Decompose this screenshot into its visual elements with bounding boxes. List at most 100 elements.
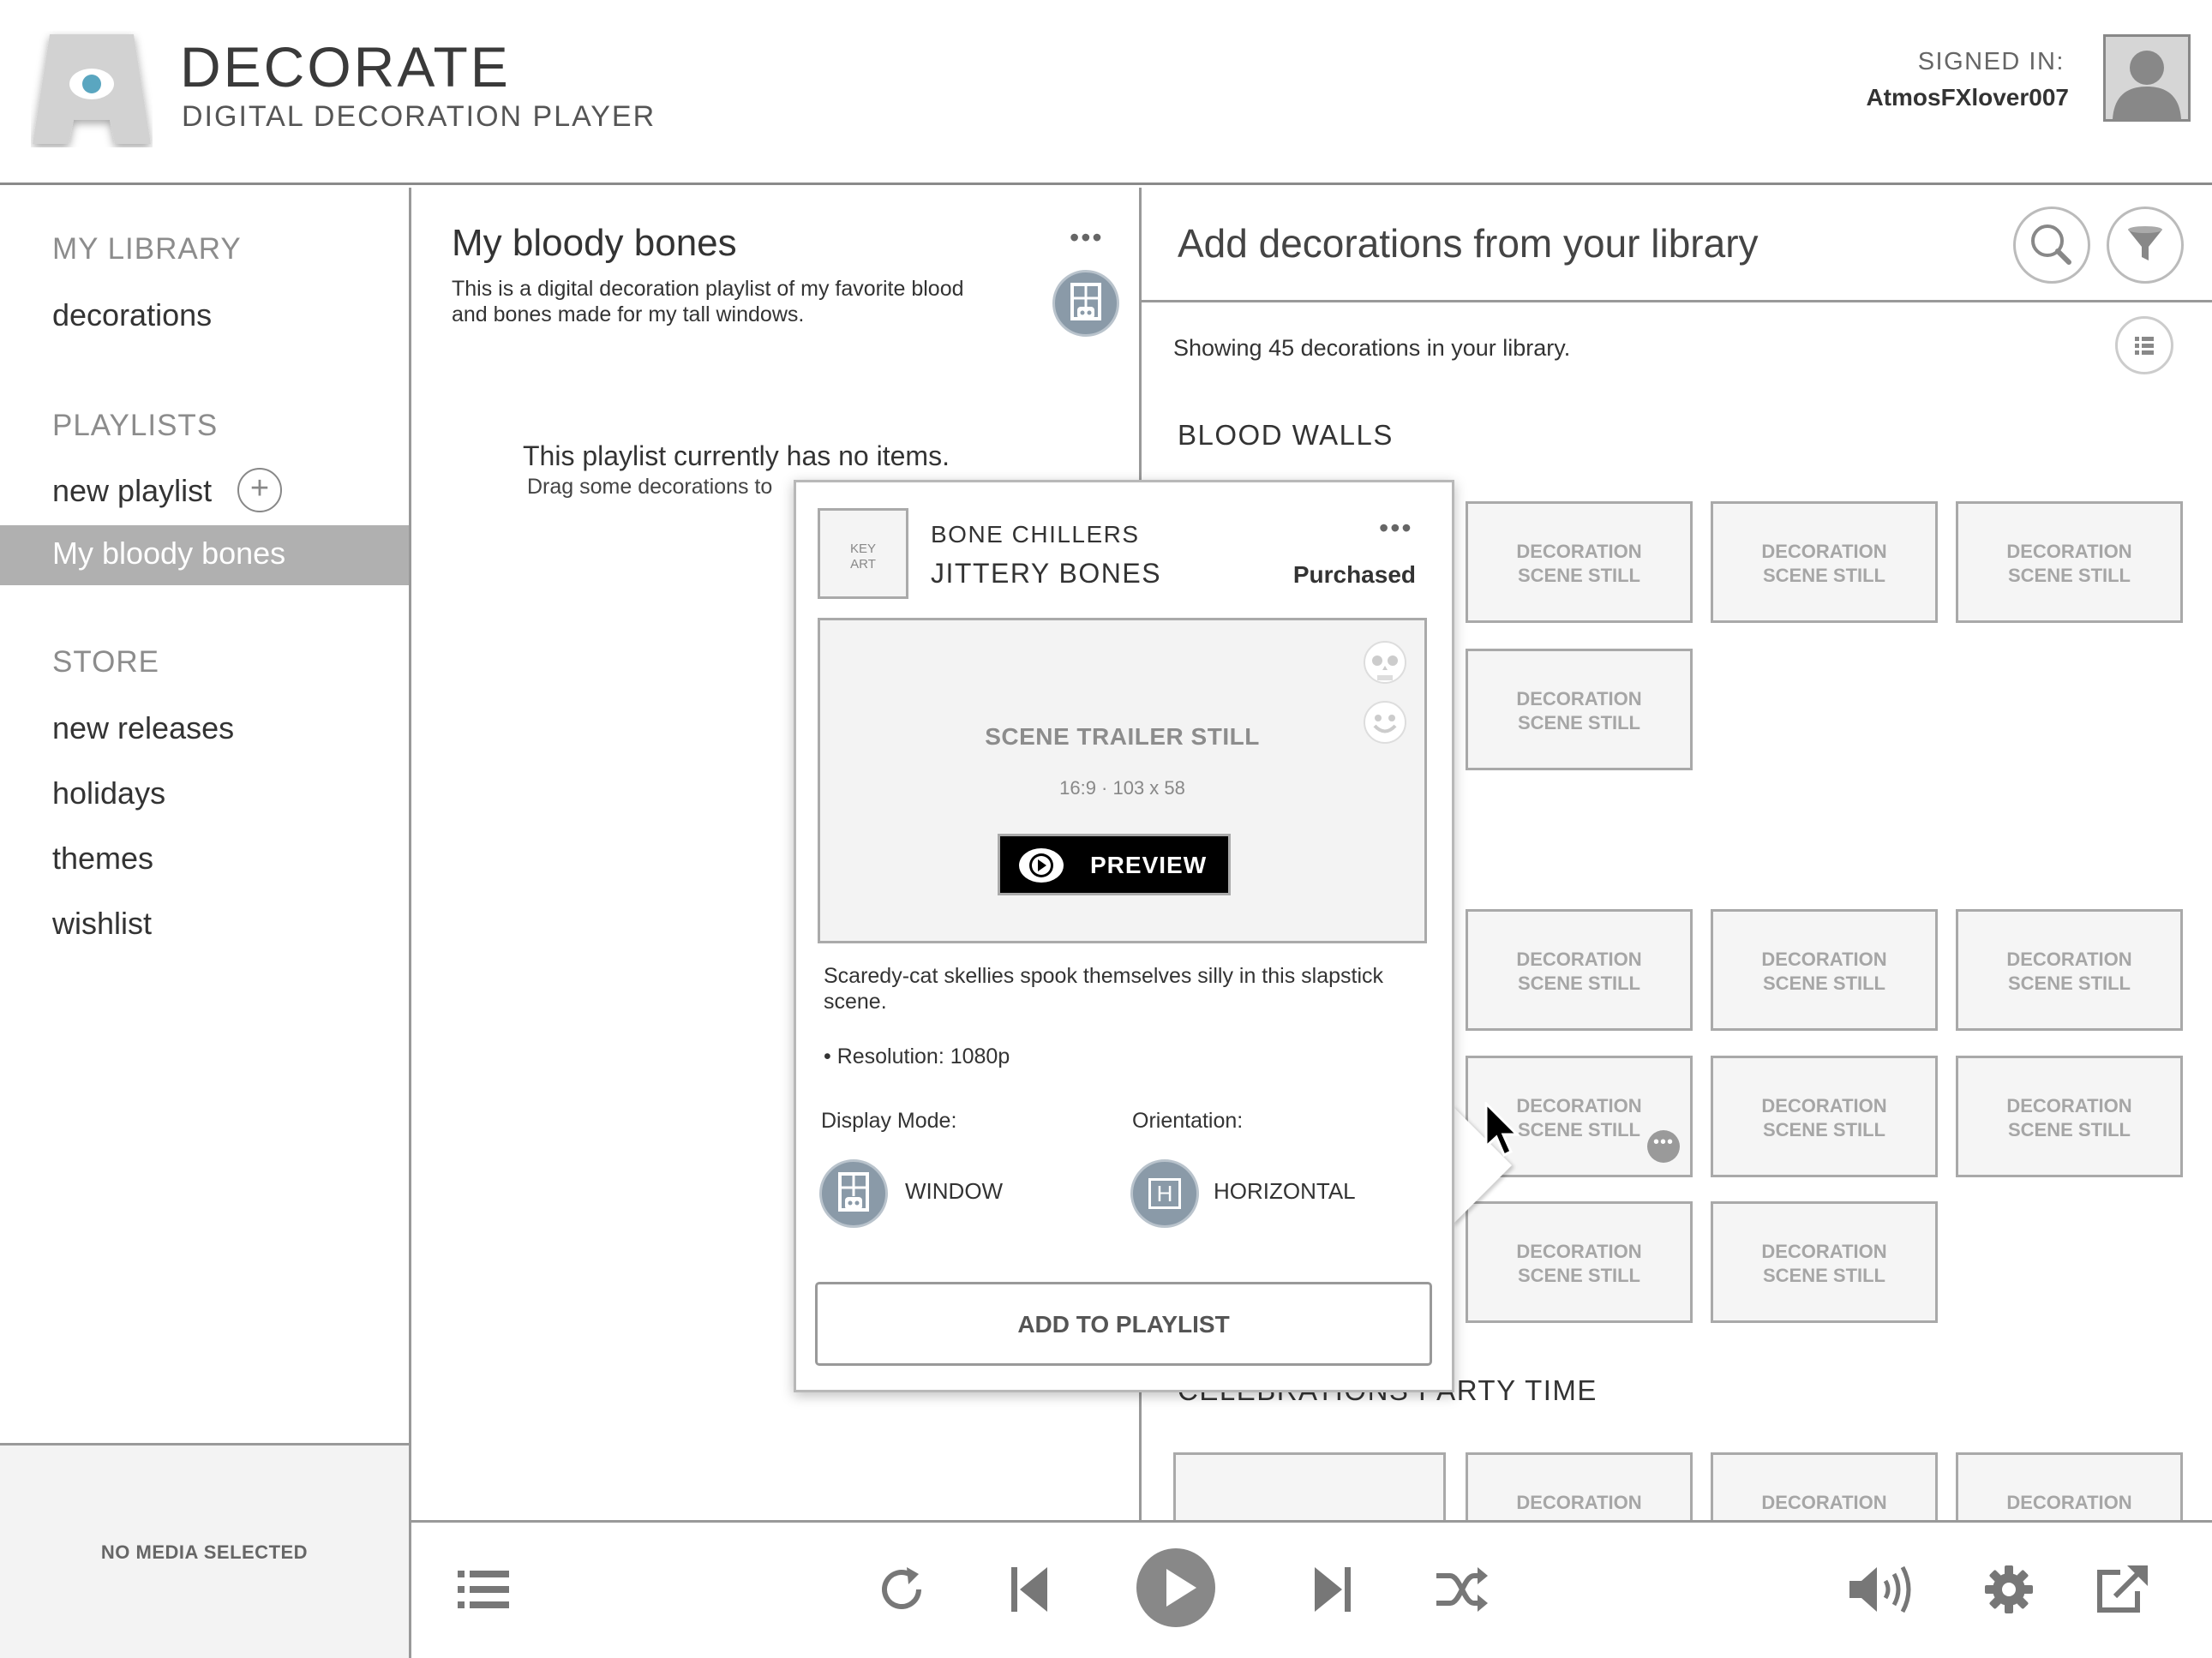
decoration-tile[interactable]: DECORATION xyxy=(1956,1452,2183,1520)
tile-more-icon[interactable]: ••• xyxy=(1647,1130,1680,1163)
decoration-tile[interactable]: DECORATION SCENE STILL xyxy=(1711,1201,1938,1323)
popover-more-icon[interactable]: ••• xyxy=(1379,512,1413,544)
sidebar-header-store: STORE xyxy=(52,645,159,679)
volume-icon[interactable] xyxy=(1846,1562,1915,1617)
next-icon[interactable] xyxy=(1311,1564,1352,1615)
decoration-description: Scaredy-cat skellies spook themselves si… xyxy=(824,964,1384,1014)
app-logo xyxy=(33,34,151,144)
key-art: KEY ART xyxy=(818,508,908,599)
tile-label: DECORATION SCENE STILL xyxy=(1516,949,1642,994)
sidebar-item-new-playlist[interactable]: new playlist xyxy=(52,473,212,509)
avatar[interactable] xyxy=(2103,34,2191,122)
tile-label: DECORATION SCENE STILL xyxy=(1761,541,1887,586)
orientation-value: HORIZONTAL xyxy=(1214,1178,1356,1204)
sidebar-item-label: My bloody bones xyxy=(52,536,286,571)
decoration-tile[interactable]: DECORATION SCENE STILL xyxy=(1956,909,2183,1031)
decoration-tile[interactable]: DECORATION SCENE STILL xyxy=(1711,501,1938,623)
filter-icon xyxy=(2128,226,2162,260)
playlist-more-icon[interactable]: ••• xyxy=(1070,222,1104,254)
scene-trailer-still: SCENE TRAILER STILL 16:9 · 103 x 58 PREV… xyxy=(818,618,1427,943)
sidebar-item-decorations[interactable]: decorations xyxy=(52,297,212,333)
empty-playlist-title: This playlist currently has no items. xyxy=(523,440,950,471)
now-playing-status: NO MEDIA SELECTED xyxy=(100,1541,309,1563)
tile-label: DECORATION xyxy=(2006,1492,2132,1513)
preview-label: PREVIEW xyxy=(1090,852,1208,878)
tile-label: DECORATION SCENE STILL xyxy=(2006,1095,2132,1140)
empty-playlist-subtitle: Drag some decorations to xyxy=(527,475,773,499)
tile-label: DECORATION SCENE STILL xyxy=(2006,541,2132,586)
user-silhouette-icon xyxy=(2113,51,2181,119)
mouse-cursor-icon xyxy=(1484,1102,1520,1158)
orientation-label: Orientation: xyxy=(1132,1109,1244,1133)
decoration-tile[interactable]: DECORATION SCENE STILL xyxy=(1711,1056,1938,1177)
add-playlist-icon[interactable]: + xyxy=(237,468,282,512)
tile-label: DECORATION SCENE STILL xyxy=(1761,1241,1887,1286)
playlist-title: My bloody bones xyxy=(452,222,737,264)
app-subtitle: DIGITAL DECORATION PLAYER xyxy=(182,100,656,133)
decoration-series: BONE CHILLERS xyxy=(931,521,1140,548)
decoration-tile[interactable]: DECORATION SCENE STILL xyxy=(1466,649,1693,770)
group-title-blood-walls: BLOOD WALLS xyxy=(1178,419,1394,451)
display-mode-label: Display Mode: xyxy=(821,1109,957,1133)
eye-play-icon xyxy=(1019,848,1064,883)
tile-label: DECORATION SCENE STILL xyxy=(1761,1095,1887,1140)
search-button[interactable] xyxy=(2013,207,2090,284)
sidebar-item-holidays[interactable]: holidays xyxy=(52,775,165,811)
decoration-title: JITTERY BONES xyxy=(931,558,1162,589)
decoration-detail-popover: KEY ART BONE CHILLERS JITTERY BONES ••• P… xyxy=(794,480,1454,1392)
sidebar-item-wishlist[interactable]: wishlist xyxy=(52,906,152,942)
shuffle-icon[interactable] xyxy=(1435,1565,1490,1613)
orientation-glyph: H xyxy=(1148,1178,1181,1209)
tile-label: DECORATION SCENE STILL xyxy=(1516,688,1642,733)
tile-label: DECORATION xyxy=(1516,1492,1642,1513)
app-title: DECORATE xyxy=(180,35,511,99)
decoration-tile[interactable]: DECORATION xyxy=(1711,1452,1938,1520)
playlist-description: This is a digital decoration playlist of… xyxy=(452,277,964,326)
trailer-meta: 16:9 · 103 x 58 xyxy=(1059,777,1185,799)
sidebar-item-my-bloody-bones[interactable]: My bloody bones xyxy=(0,525,409,585)
search-icon xyxy=(2031,224,2071,265)
decoration-tile[interactable]: DECORATION SCENE STILL xyxy=(1711,909,1938,1031)
tile-label: DECORATION SCENE STILL xyxy=(1516,1241,1642,1286)
tile-label: DECORATION xyxy=(1761,1492,1887,1513)
library-count: Showing 45 decorations in your library. xyxy=(1173,335,1571,361)
window-mode-icon[interactable] xyxy=(819,1159,888,1228)
add-to-playlist-label: ADD TO PLAYLIST xyxy=(1017,1311,1230,1338)
app-header: DECORATE DIGITAL DECORATION PLAYER SIGNE… xyxy=(0,0,2212,185)
sidebar-item-themes[interactable]: themes xyxy=(52,841,153,877)
tile-label: DECORATION SCENE STILL xyxy=(2006,949,2132,994)
filter-button[interactable] xyxy=(2107,207,2184,284)
signed-in-label: SIGNED IN: xyxy=(1917,48,2065,75)
add-to-playlist-button[interactable]: ADD TO PLAYLIST xyxy=(815,1282,1432,1366)
now-playing-panel: NO MEDIA SELECTED xyxy=(0,1443,411,1658)
play-icon[interactable] xyxy=(1135,1547,1217,1629)
repeat-icon[interactable] xyxy=(874,1562,929,1617)
previous-icon[interactable] xyxy=(1010,1564,1051,1615)
list-icon[interactable] xyxy=(456,1567,511,1612)
external-link-icon[interactable] xyxy=(2095,1564,2149,1615)
player-bar xyxy=(411,1520,2212,1658)
horizontal-orientation-icon[interactable]: H xyxy=(1130,1159,1199,1228)
decoration-tile[interactable]: DECORATION SCENE STILL xyxy=(1956,501,2183,623)
skull-icon[interactable] xyxy=(1360,639,1410,689)
decoration-tile[interactable]: DECORATION SCENE STILL xyxy=(1466,909,1693,1031)
sidebar-header-playlists: PLAYLISTS xyxy=(52,409,219,442)
tile-label: DECORATION SCENE STILL xyxy=(1516,541,1642,586)
library-header: Add decorations from your library xyxy=(1142,188,2212,302)
purchase-status: Purchased xyxy=(1292,561,1416,588)
sidebar: MY LIBRARY decorations PLAYLISTS new pla… xyxy=(0,188,411,1443)
grid-view-button[interactable] xyxy=(2115,316,2173,374)
settings-icon[interactable] xyxy=(1983,1564,2035,1615)
decoration-tile[interactable] xyxy=(1173,1452,1446,1520)
decoration-tile[interactable]: DECORATION SCENE STILL xyxy=(1956,1056,2183,1177)
display-mode-value: WINDOW xyxy=(905,1178,1004,1204)
sidebar-item-new-releases[interactable]: new releases xyxy=(52,710,234,746)
library-title: Add decorations from your library xyxy=(1178,221,1759,266)
preview-button[interactable]: PREVIEW xyxy=(998,834,1231,895)
tile-label: DECORATION SCENE STILL xyxy=(1761,949,1887,994)
decoration-tile[interactable]: DECORATION xyxy=(1466,1452,1693,1520)
username[interactable]: AtmosFXlover007 xyxy=(1866,84,2069,111)
grid-view-icon xyxy=(2135,337,2154,355)
decoration-tile[interactable]: DECORATION SCENE STILL xyxy=(1466,501,1693,623)
trailer-still-label: SCENE TRAILER STILL xyxy=(985,723,1260,750)
